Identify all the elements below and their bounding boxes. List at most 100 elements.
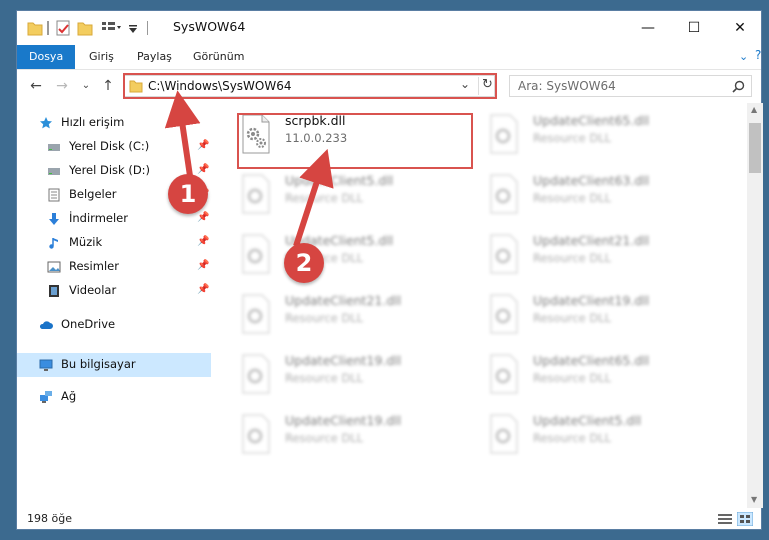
file-name: UpdateClient65.dll: [533, 353, 650, 368]
sidebar-item-onedrive[interactable]: OneDrive: [17, 313, 211, 337]
search-placeholder[interactable]: Ara: SysWOW64: [518, 79, 616, 93]
tab-gorunum[interactable]: Görünüm: [181, 45, 256, 69]
pin-icon[interactable]: 📌: [197, 284, 209, 295]
file-description: Resource DLL: [533, 251, 612, 265]
file-tile[interactable]: UpdateClient65.dll Resource DLL: [485, 111, 725, 161]
pin-icon[interactable]: 📌: [197, 164, 209, 175]
separator: [147, 21, 148, 35]
title-bar: SysWOW64 — ☐ ✕: [17, 11, 761, 45]
computer-icon: [39, 359, 53, 371]
file-tile[interactable]: UpdateClient19.dll Resource DLL: [237, 351, 477, 401]
address-highlight-box: [123, 73, 497, 99]
file-description: Resource DLL: [533, 431, 612, 445]
pin-icon[interactable]: 📌: [197, 140, 209, 151]
file-tile[interactable]: UpdateClient5.dll Resource DLL: [237, 231, 477, 281]
recent-locations-button[interactable]: ⌄: [77, 77, 95, 95]
scroll-up-icon[interactable]: ▲: [751, 105, 757, 114]
item-count: 198 öğe: [27, 512, 72, 525]
dll-file-icon: [242, 414, 270, 454]
new-folder-icon[interactable]: [77, 19, 93, 37]
ribbon-tabs: Dosya Giriş Paylaş Görünüm ⌄ ?: [17, 45, 761, 70]
music-icon: [49, 238, 58, 249]
sidebar-item-pictures[interactable]: Resimler 📌: [17, 255, 211, 279]
file-tile[interactable]: UpdateClient21.dll Resource DLL: [485, 231, 725, 281]
help-icon[interactable]: ?: [755, 48, 761, 62]
pin-icon[interactable]: 📌: [197, 260, 209, 271]
file-tile[interactable]: UpdateClient5.dll Resource DLL: [237, 171, 477, 221]
tab-dosya[interactable]: Dosya: [17, 45, 76, 69]
dll-file-icon: [490, 114, 518, 154]
details-view-icon[interactable]: [717, 513, 733, 525]
sidebar-item-label: Bu bilgisayar: [61, 357, 136, 371]
sidebar-item-quick-access[interactable]: Hızlı erişim: [17, 111, 211, 135]
navigation-bar: ← → ⌄ ↑ C:\Windows\SysWOW64 ⌄ ↻ Ara: Sys…: [17, 69, 761, 103]
file-name: UpdateClient21.dll: [533, 233, 650, 248]
search-icon[interactable]: [732, 80, 745, 93]
file-tile[interactable]: UpdateClient19.dll Resource DLL: [485, 291, 725, 341]
vertical-scrollbar[interactable]: ▲ ▼: [747, 103, 763, 508]
properties-icon[interactable]: [55, 19, 71, 37]
dll-file-icon: [490, 294, 518, 334]
navigation-pane: Hızlı erişim Yerel Disk (C:) 📌 Yerel Dis…: [17, 103, 211, 508]
customize-qat-icon[interactable]: [101, 19, 123, 37]
pictures-icon: [47, 261, 61, 273]
tab-paylas[interactable]: Paylaş: [125, 45, 184, 69]
file-description: Resource DLL: [533, 371, 612, 385]
drive-icon: [48, 168, 60, 175]
step-2-badge: 2: [284, 243, 324, 283]
large-icons-view-icon[interactable]: [737, 512, 753, 526]
tab-giris[interactable]: Giriş: [77, 45, 126, 69]
star-icon: [40, 117, 52, 129]
sidebar-item-label: Resimler: [69, 259, 119, 273]
explorer-window: SysWOW64 — ☐ ✕ Dosya Giriş Paylaş Görünü…: [16, 10, 763, 530]
search-box[interactable]: Ara: SysWOW64: [509, 75, 752, 97]
file-list: scrpbk.dll 11.0.0.233 UpdateClient65.dll…: [219, 103, 747, 508]
forward-button[interactable]: →: [53, 77, 71, 95]
dll-file-icon: [490, 354, 518, 394]
file-description: Resource DLL: [285, 371, 364, 385]
dll-file-icon: [242, 174, 270, 214]
dll-file-icon: [242, 354, 270, 394]
ribbon-expand-icon[interactable]: ⌄: [739, 50, 748, 63]
sidebar-item-label: OneDrive: [61, 317, 116, 331]
file-description: Resource DLL: [533, 191, 612, 205]
maximize-button[interactable]: ☐: [671, 11, 717, 45]
chevron-down-icon[interactable]: [127, 19, 139, 37]
file-tile[interactable]: UpdateClient5.dll Resource DLL: [485, 411, 725, 461]
file-description: Resource DLL: [285, 191, 364, 205]
dll-file-icon: [242, 234, 270, 274]
status-bar: 198 öğe: [17, 508, 761, 530]
dll-file-icon: [490, 234, 518, 274]
folder-icon: [27, 22, 43, 36]
window-title: SysWOW64: [173, 19, 246, 34]
separator: [47, 21, 49, 35]
file-tile[interactable]: UpdateClient65.dll Resource DLL: [485, 351, 725, 401]
sidebar-item-local-disk-c[interactable]: Yerel Disk (C:) 📌: [17, 135, 211, 159]
file-tile[interactable]: UpdateClient21.dll Resource DLL: [237, 291, 477, 341]
dll-file-icon: [490, 414, 518, 454]
file-name: UpdateClient19.dll: [285, 413, 402, 428]
documents-icon: [48, 188, 60, 202]
sidebar-item-videos[interactable]: Videolar 📌: [17, 279, 211, 303]
scrollbar-thumb[interactable]: [749, 123, 761, 173]
sidebar-item-this-pc[interactable]: Bu bilgisayar: [17, 353, 211, 377]
file-highlight-box: [237, 113, 473, 169]
pin-icon[interactable]: 📌: [197, 212, 209, 223]
file-tile[interactable]: UpdateClient63.dll Resource DLL: [485, 171, 725, 221]
up-button[interactable]: ↑: [99, 77, 117, 95]
pin-icon[interactable]: 📌: [197, 236, 209, 247]
file-name: UpdateClient65.dll: [533, 113, 650, 128]
minimize-button[interactable]: —: [625, 11, 671, 45]
sidebar-item-network[interactable]: Ağ: [17, 385, 211, 409]
sidebar-item-music[interactable]: Müzik 📌: [17, 231, 211, 255]
file-tile[interactable]: UpdateClient19.dll Resource DLL: [237, 411, 477, 461]
scroll-down-icon[interactable]: ▼: [751, 495, 757, 504]
videos-icon: [49, 285, 59, 297]
sidebar-item-label: Müzik: [69, 235, 103, 249]
sidebar-item-label: Ağ: [61, 389, 77, 403]
close-button[interactable]: ✕: [717, 11, 763, 45]
sidebar-item-label: İndirmeler: [69, 211, 128, 225]
back-button[interactable]: ←: [27, 77, 45, 95]
drive-icon: [48, 144, 60, 151]
file-name: UpdateClient5.dll: [285, 173, 394, 188]
